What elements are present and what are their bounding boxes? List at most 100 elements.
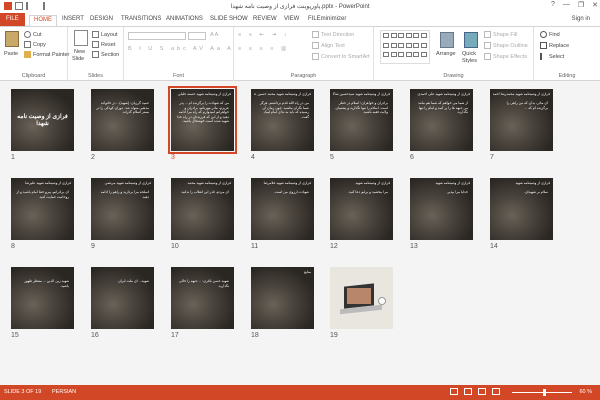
arrange-icon[interactable] <box>440 32 454 48</box>
list-buttons[interactable]: ≡ ≡ ⇤ ⇥ ↕ <box>238 32 290 38</box>
sign-in-link[interactable]: Sign in <box>572 16 590 22</box>
align-text-button[interactable]: Align Text <box>312 42 345 49</box>
format-painter-button[interactable]: Format Painter <box>24 51 69 58</box>
slide-number: 8 <box>11 243 15 250</box>
replace-label: Replace <box>549 42 570 49</box>
zoom-slider-knob[interactable] <box>543 389 546 396</box>
tab-review[interactable]: REVIEW <box>253 15 277 26</box>
align-text-icon <box>312 42 319 49</box>
slide-heading: فرازی از وصیتنامه شهید محمدرضا احمدی <box>493 92 550 96</box>
replace-icon <box>540 42 547 49</box>
cut-button[interactable]: Cut <box>24 31 42 38</box>
slide-show-icon[interactable] <box>492 388 500 395</box>
tab-view[interactable]: VIEW <box>284 15 299 26</box>
slide-counter: SLIDE 3 OF 19 <box>4 389 42 395</box>
text-direction-button[interactable]: Text Direction <box>312 31 354 38</box>
window-title: پاورپوینت فرازی از وصیت نامه شهدا.pptx -… <box>230 4 370 10</box>
align-buttons[interactable]: ≡ ≡ ≡ ≡ ▥ <box>238 46 289 52</box>
slide-heading: فرازی از وصیتنامه شهید علی احمدی <box>417 92 470 96</box>
new-slide-button-line2[interactable]: Slide <box>72 56 84 62</box>
normal-view-icon[interactable] <box>450 388 458 395</box>
align-text-label: Align Text <box>321 42 345 49</box>
replace-button[interactable]: Replace <box>540 42 569 49</box>
tab-slide-show[interactable]: SLIDE SHOW <box>210 15 248 26</box>
copy-button[interactable]: Copy <box>24 41 46 48</box>
slide-thumbnail[interactable]: فرازی از وصیتنامه شهید سیدحسین شاکری براد… <box>330 89 393 151</box>
slide-thumbnail[interactable]: فرازی از وصیتنامه شهید محمد حسین عزیزی من… <box>251 89 314 151</box>
slide-thumbnail[interactable]: فرازی از وصیتنامه شهید محمدرضا احمدی ای م… <box>490 89 553 151</box>
tab-fileminimizer[interactable]: FILEminimizer <box>308 15 346 26</box>
tab-insert[interactable]: INSERT <box>62 15 84 26</box>
slide-number: 14 <box>490 243 498 250</box>
language-indicator[interactable]: PERSIAN <box>52 389 76 395</box>
paste-button[interactable]: Paste <box>4 51 18 57</box>
slide-thumbnail[interactable]: فرازی از وصیتنامه شهید حسنه خلیلی من که ش… <box>168 86 237 154</box>
convert-smartart-label: Convert to SmartArt <box>321 53 370 60</box>
slide-body-text: شهید حسن باقری: ... جبهه را خالی نگذارید… <box>178 279 229 288</box>
zoom-slider[interactable] <box>512 389 572 396</box>
slide-thumbnail[interactable]: فرازی از وصیت نامه شهدا <box>11 89 74 151</box>
slide-body-text: خدایا مرا بپذیر. <box>446 190 468 194</box>
new-slide-icon[interactable] <box>74 30 88 46</box>
editing-label: Editing <box>558 73 576 79</box>
quick-styles-icon[interactable] <box>464 32 478 48</box>
slide-thumbnail[interactable]: فرازی از وصیتنامه شهید محمد ای مردم، قدر … <box>171 178 234 240</box>
cut-label: Cut <box>33 31 42 38</box>
slide-thumbnail[interactable]: شهید... ای ملت ایران <box>91 267 154 329</box>
slide-thumbnail[interactable]: حمید گرزیان: (شهید)... در خانواده مذهبی … <box>91 89 154 151</box>
slide-thumbnail[interactable]: فرازی از وصیتنامه شهید مرتضی اسلحه مرا بر… <box>91 178 154 240</box>
new-slide-button[interactable]: New <box>74 49 85 55</box>
slide-thumbnail[interactable]: فرازی از وصیتنامه شهید مرا ببخشید و برایم… <box>330 178 393 240</box>
slide-thumbnail[interactable]: فرازی از وصیتنامه شهید غلامرضا شهادت آرزو… <box>251 178 314 240</box>
select-label: Select <box>549 53 565 60</box>
font-name-combo[interactable] <box>128 32 186 40</box>
reading-view-icon[interactable] <box>478 388 486 395</box>
reset-icon <box>92 41 99 48</box>
minimize-button[interactable]: — <box>563 1 570 9</box>
slide-number: 15 <box>11 332 19 339</box>
slide-thumbnail[interactable]: فرازی از وصیتنامه شهید خدایا مرا بپذیر. <box>410 178 473 240</box>
slide-thumbnail[interactable]: منابع <box>251 267 314 329</box>
font-style-buttons[interactable]: B I U S abc AV Aa A <box>128 46 234 52</box>
slide-thumbnail[interactable]: شهید حسن باقری: ... جبهه را خالی نگذارید… <box>171 267 234 329</box>
select-button[interactable]: Select <box>540 53 564 60</box>
close-button[interactable]: ✕ <box>592 1 598 9</box>
convert-smartart-button[interactable]: Convert to SmartArt <box>312 53 370 60</box>
shapes-gallery[interactable] <box>380 30 430 64</box>
layout-button[interactable]: Layout <box>92 31 118 38</box>
slides-label: Slides <box>88 73 103 79</box>
slide-thumbnail[interactable]: شهید زین الدین ... منتظر ظهور باشید. <box>11 267 74 329</box>
slide-thumbnail[interactable] <box>330 267 393 329</box>
tab-design[interactable]: DESIGN <box>90 15 113 26</box>
find-button[interactable]: Find <box>540 31 560 38</box>
zoom-level[interactable]: 60 % <box>579 389 592 395</box>
slide-thumbnail[interactable]: فرازی از وصیتنامه شهید سلام بر شهیدان. <box>490 178 553 240</box>
section-button[interactable]: Section <box>92 51 119 58</box>
slide-thumbnail[interactable]: فرازی از وصیتنامه شهید علی احمدی از شما م… <box>410 89 473 151</box>
tab-animations[interactable]: ANIMATIONS <box>166 15 203 26</box>
quick-styles-button-line2[interactable]: Styles <box>462 58 477 64</box>
slide-sorter-icon[interactable] <box>464 388 472 395</box>
slide-heading: فرازی از وصیتنامه شهید <box>435 181 470 185</box>
slide-thumbnail[interactable]: فرازی از وصیتنامه شهید علیرضا ای برادرانم… <box>11 178 74 240</box>
reset-button[interactable]: Reset <box>92 41 115 48</box>
maximize-button[interactable]: ❐ <box>578 1 584 9</box>
tab-file[interactable]: FILE <box>0 13 25 26</box>
arrange-button[interactable]: Arrange <box>436 51 456 57</box>
shape-fill-button[interactable]: Shape Fill <box>484 31 517 38</box>
paste-icon[interactable] <box>5 31 19 47</box>
slide-body-text: اسلحه مرا بردارید و راهم را ادامه دهید. <box>100 190 149 199</box>
slide-body-text: مرا ببخشید و برایم دعا کنید. <box>347 190 388 194</box>
help-button[interactable]: ? <box>551 1 555 9</box>
font-size-combo[interactable] <box>188 32 206 40</box>
shape-effects-button[interactable]: Shape Effects <box>484 53 527 60</box>
slide-body-text: ای مادر، بدان که من راهی را برگزیده ام ک… <box>506 101 548 110</box>
section-icon <box>92 51 99 58</box>
tab-home[interactable]: HOME <box>29 15 57 26</box>
quick-styles-button[interactable]: Quick <box>462 51 476 57</box>
slide-heading: فرازی از وصیتنامه شهید مرتضی <box>104 181 151 185</box>
tab-transitions[interactable]: TRANSITIONS <box>121 15 161 26</box>
shape-outline-button[interactable]: Shape Outline <box>484 42 528 49</box>
slide-title: فرازی از وصیت نامه شهدا <box>17 114 68 127</box>
font-grow-icon[interactable]: A A <box>210 32 218 38</box>
